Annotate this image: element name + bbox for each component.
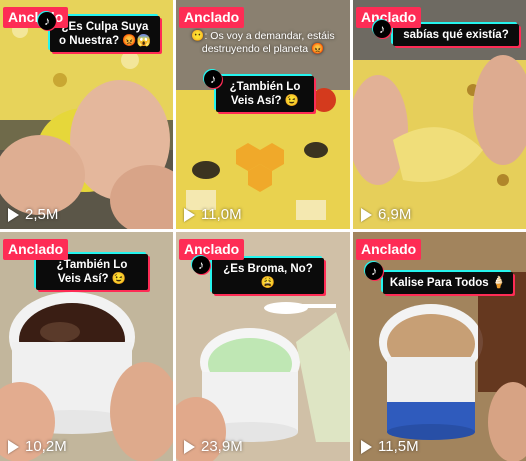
tiktok-logo-icon: ♪: [38, 12, 56, 30]
caption-line: ¿También Lo: [229, 81, 301, 93]
view-count-value: 23,9M: [201, 438, 243, 455]
video-grid: Anclado ¿Es Culpa Suya o Nuestra? 😡😱 ♪ 2…: [0, 0, 526, 461]
video-caption: Kalise Para Todos 🍦: [383, 272, 513, 294]
view-count: 6,9M: [361, 206, 411, 223]
play-icon: [184, 207, 195, 222]
tiktok-logo-icon: ♪: [192, 256, 210, 274]
video-thumbnail[interactable]: Anclado ¿Es Broma, No? 😩 ♪ 23,9M: [176, 232, 350, 461]
tiktok-logo-icon: ♪: [365, 262, 383, 280]
video-thumbnail[interactable]: Anclado ¿También Lo Veis Así? 😉 10,2M: [0, 232, 173, 461]
caption-line: ¿También Lo: [56, 259, 128, 271]
video-thumbnail[interactable]: Anclado Kalise Para Todos 🍦 ♪ 11,5M: [353, 232, 526, 461]
view-count-value: 10,2M: [25, 438, 67, 455]
view-count-value: 11,5M: [378, 438, 419, 455]
caption-line: Veis Así? 😉: [57, 273, 127, 285]
pinned-badge: Anclado: [3, 239, 69, 260]
pinned-badge: Anclado: [356, 239, 422, 260]
view-count: 2,5M: [8, 206, 58, 223]
video-thumbnail[interactable]: Anclado 😶: Os voy a demandar, estáis des…: [176, 0, 350, 229]
pinned-badge: Anclado: [179, 7, 245, 28]
caption-line: Veis Así? 😉: [230, 95, 300, 107]
play-icon: [8, 439, 19, 454]
play-icon: [361, 207, 372, 222]
view-count-value: 2,5M: [25, 206, 59, 223]
pinned-badge: Anclado: [3, 7, 69, 28]
caption-line: Kalise Para Todos 🍦: [389, 277, 507, 289]
play-icon: [8, 207, 19, 222]
caption-line: sabías qué existía?: [403, 29, 509, 41]
view-count-value: 11,0M: [201, 206, 242, 223]
play-icon: [361, 439, 372, 454]
tiktok-logo-icon: ♪: [373, 20, 391, 38]
play-icon: [184, 439, 195, 454]
view-count-value: 6,9M: [378, 206, 412, 223]
caption-line: ¿Es Broma, No? 😩: [223, 263, 313, 289]
video-thumbnail[interactable]: Anclado ¿Es Culpa Suya o Nuestra? 😡😱 ♪ 2…: [0, 0, 173, 229]
view-count: 11,5M: [361, 438, 419, 455]
caption-line: o Nuestra? 😡😱: [59, 35, 151, 47]
view-count: 23,9M: [184, 438, 243, 455]
view-count: 10,2M: [8, 438, 67, 455]
caption-line: ¿Es Culpa Suya: [61, 21, 149, 33]
video-caption: ¿También Lo Veis Así? 😉: [216, 76, 314, 112]
view-count: 11,0M: [184, 206, 242, 223]
overlay-text: 😶: Os voy a demandar, estáis destruyendo…: [191, 30, 335, 55]
pinned-badge: Anclado: [179, 239, 245, 260]
tiktok-logo-icon: ♪: [204, 70, 222, 88]
video-caption: ¿Es Broma, No? 😩: [212, 258, 324, 294]
video-thumbnail[interactable]: Anclado sabías qué existía? ♪ 6,9M: [353, 0, 526, 229]
